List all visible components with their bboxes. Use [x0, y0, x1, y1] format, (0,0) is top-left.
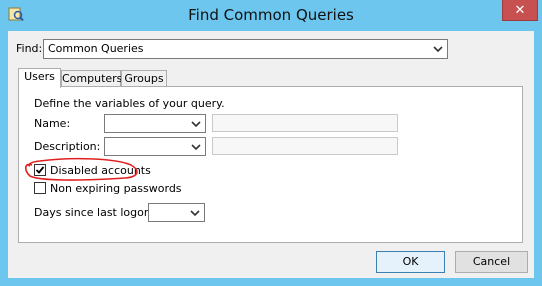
cancel-button-label: Cancel — [472, 255, 511, 268]
tab-groups[interactable]: Groups — [121, 70, 167, 86]
close-icon: ✕ — [514, 2, 526, 18]
tab-groups-label: Groups — [124, 72, 164, 85]
find-label: Find: — [16, 42, 43, 55]
days-since-logon-label: Days since last logon: — [34, 206, 155, 219]
users-tab-panel: Define the variables of your query. Name… — [18, 86, 523, 243]
name-value-input[interactable] — [212, 114, 398, 132]
description-value-input[interactable] — [212, 137, 398, 155]
checkmark-icon — [35, 166, 45, 174]
tab-computers-label: Computers — [62, 72, 123, 85]
tab-users[interactable]: Users — [18, 68, 61, 88]
non-expiring-passwords-checkbox[interactable] — [34, 182, 46, 194]
tab-computers[interactable]: Computers — [61, 70, 123, 86]
cancel-button[interactable]: Cancel — [455, 251, 528, 273]
ok-button[interactable]: OK — [376, 251, 445, 273]
ok-button-label: OK — [402, 255, 419, 268]
title-bar[interactable]: Find Common Queries ✕ — [0, 0, 542, 31]
window-title: Find Common Queries — [188, 6, 354, 24]
disabled-accounts-checkbox[interactable] — [34, 164, 46, 176]
description-condition-dropdown[interactable] — [104, 137, 206, 156]
chevron-down-icon — [191, 120, 201, 127]
chevron-down-icon — [190, 209, 200, 216]
find-dropdown[interactable]: Common Queries — [43, 39, 448, 59]
chevron-down-icon — [433, 46, 443, 53]
non-expiring-passwords-label[interactable]: Non expiring passwords — [50, 182, 182, 195]
dialog-body: Find: Common Queries Users Computers Gro… — [8, 31, 534, 278]
close-button[interactable]: ✕ — [502, 0, 538, 21]
disabled-accounts-label[interactable]: Disabled accounts — [50, 164, 151, 177]
chevron-down-icon — [191, 143, 201, 150]
days-since-logon-dropdown[interactable] — [148, 203, 205, 222]
description-label: Description: — [34, 140, 101, 153]
query-description-text: Define the variables of your query. — [34, 97, 225, 110]
find-common-queries-dialog: Find Common Queries ✕ Find: Common Queri… — [0, 0, 542, 286]
name-label: Name: — [34, 117, 71, 130]
find-dropdown-value: Common Queries — [48, 42, 144, 55]
tab-users-label: Users — [24, 70, 55, 83]
name-condition-dropdown[interactable] — [104, 114, 206, 133]
